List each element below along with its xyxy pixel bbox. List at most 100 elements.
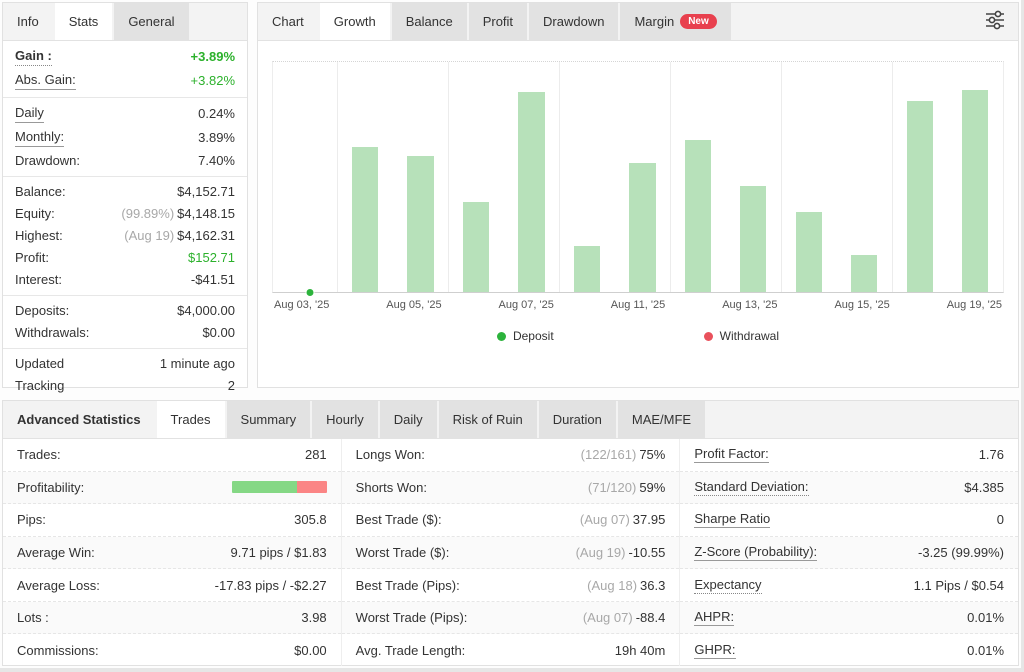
x-axis-label: Aug 15, '25 [834,299,889,311]
tab-chart[interactable]: Chart [258,3,318,40]
tab-risk-of-ruin[interactable]: Risk of Ruin [439,401,537,438]
ahpr-label[interactable]: AHPR: [694,609,734,626]
deposit-legend-label: Deposit [513,329,554,343]
monthly-label[interactable]: Monthly: [15,129,64,147]
commissions-label: Commissions: [17,643,99,658]
x-axis-labels: Aug 03, '25Aug 05, '25Aug 07, '25Aug 11,… [272,293,1004,311]
table-row-trades: Trades: 281 [3,439,341,472]
growth-bar[interactable] [851,255,877,292]
lots-value: 3.98 [301,610,326,625]
x-axis-label: Aug 19, '25 [947,299,1002,311]
page: Info Stats General Gain : +3.89% Abs. Ga… [0,0,1021,668]
withdrawal-legend-dot [704,332,713,341]
worst-trade-pips-label: Worst Trade (Pips): [356,610,468,625]
abs-gain-label[interactable]: Abs. Gain: [15,72,76,90]
chart-plot[interactable] [272,61,1004,293]
tab-info[interactable]: Info [3,3,53,40]
growth-bar[interactable] [907,101,933,292]
highest-label: Highest: [15,228,63,244]
table-row-average-win: Average Win: 9.71 pips / $1.83 [3,537,341,570]
gain-label[interactable]: Gain : [15,48,52,66]
tab-mae-mfe[interactable]: MAE/MFE [618,401,705,438]
tab-profit[interactable]: Profit [469,3,527,40]
legend-item-withdrawal[interactable]: Withdrawal [704,329,779,343]
average-win-label: Average Win: [17,545,95,560]
growth-bar[interactable] [407,156,433,292]
tab-margin[interactable]: Margin New [620,3,730,40]
trades-label: Trades: [17,447,61,462]
table-row-longs-won: Longs Won: (122/161)75% [342,439,680,472]
divider [3,295,247,296]
table-row-best-trade-pips: Best Trade (Pips): (Aug 18)36.3 [342,569,680,602]
x-axis-label: Aug 03, '25 [274,299,329,311]
stat-row-updated: Updated 1 minute ago [3,353,247,375]
growth-bar[interactable] [463,202,489,292]
growth-bar[interactable] [518,92,544,292]
average-loss-label: Average Loss: [17,578,100,593]
vertical-gridline [448,62,449,292]
stat-row-interest: Interest: -$41.51 [3,269,247,291]
x-axis-label: Aug 05, '25 [386,299,441,311]
shorts-won-value: 59% [639,480,665,495]
tab-drawdown[interactable]: Drawdown [529,3,618,40]
tab-general[interactable]: General [114,3,188,40]
growth-bar[interactable] [352,147,378,292]
highest-date: (Aug 19) [124,228,174,243]
legend-item-deposit[interactable]: Deposit [497,329,554,343]
tab-balance[interactable]: Balance [392,3,467,40]
equity-value: $4,148.15 [177,206,235,221]
daily-label[interactable]: Daily [15,105,44,123]
profitability-label: Profitability: [17,480,84,495]
expectancy-label[interactable]: Expectancy [694,577,761,594]
highest-value: $4,162.31 [177,228,235,243]
shorts-won-label: Shorts Won: [356,480,427,495]
deposits-label: Deposits: [15,303,69,319]
ghpr-label[interactable]: GHPR: [694,642,735,659]
vertical-gridline [892,62,893,292]
daily-value: 0.24% [198,106,235,122]
profit-factor-label[interactable]: Profit Factor: [694,446,768,463]
chart-legend: Deposit Withdrawal [272,329,1004,343]
growth-bar[interactable] [962,90,988,292]
deposits-value: $4,000.00 [177,303,235,319]
deposit-marker-dot[interactable] [305,288,314,297]
table-row-profit-factor: Profit Factor: 1.76 [680,439,1018,472]
equity-percent: (99.89%) [121,206,174,221]
stat-row-balance: Balance: $4,152.71 [3,181,247,203]
table-row-average-loss: Average Loss: -17.83 pips / -$2.27 [3,569,341,602]
tab-hourly[interactable]: Hourly [312,401,378,438]
growth-bar[interactable] [629,163,655,292]
chart-settings-button[interactable] [972,3,1018,40]
worst-trade-pips-date: (Aug 07) [583,610,633,625]
sharpe-ratio-label[interactable]: Sharpe Ratio [694,511,770,528]
growth-bar[interactable] [796,212,822,293]
growth-bar[interactable] [685,140,711,292]
tab-growth[interactable]: Growth [320,3,390,40]
tab-summary[interactable]: Summary [227,401,311,438]
tab-duration[interactable]: Duration [539,401,616,438]
stat-row-deposits: Deposits: $4,000.00 [3,300,247,322]
z-score-label[interactable]: Z-Score (Probability): [694,544,817,561]
stat-row-withdrawals: Withdrawals: $0.00 [3,322,247,344]
standard-deviation-label[interactable]: Standard Deviation: [694,479,808,496]
growth-bar[interactable] [574,246,600,292]
tab-stats[interactable]: Stats [55,3,113,40]
x-axis-label: Aug 11, '25 [611,299,666,311]
pips-value: 305.8 [294,512,327,527]
growth-bar[interactable] [740,186,766,292]
table-row-standard-deviation: Standard Deviation: $4.385 [680,472,1018,505]
updated-value: 1 minute ago [160,356,235,372]
tab-daily[interactable]: Daily [380,401,437,438]
profitability-bar [232,481,327,493]
tab-trades[interactable]: Trades [157,401,225,438]
commissions-value: $0.00 [294,643,327,658]
vertical-gridline [670,62,671,292]
advanced-statistics-title: Advanced Statistics [3,401,155,438]
gain-value: +3.89% [191,49,235,65]
stat-row-tracking: Tracking 2 [3,375,247,397]
abs-gain-value: +3.82% [191,73,235,89]
table-row-best-trade-usd: Best Trade ($): (Aug 07)37.95 [342,504,680,537]
sharpe-ratio-value: 0 [997,512,1004,527]
filter-sliders-icon [984,10,1006,33]
best-trade-usd-value: 37.95 [633,512,666,527]
